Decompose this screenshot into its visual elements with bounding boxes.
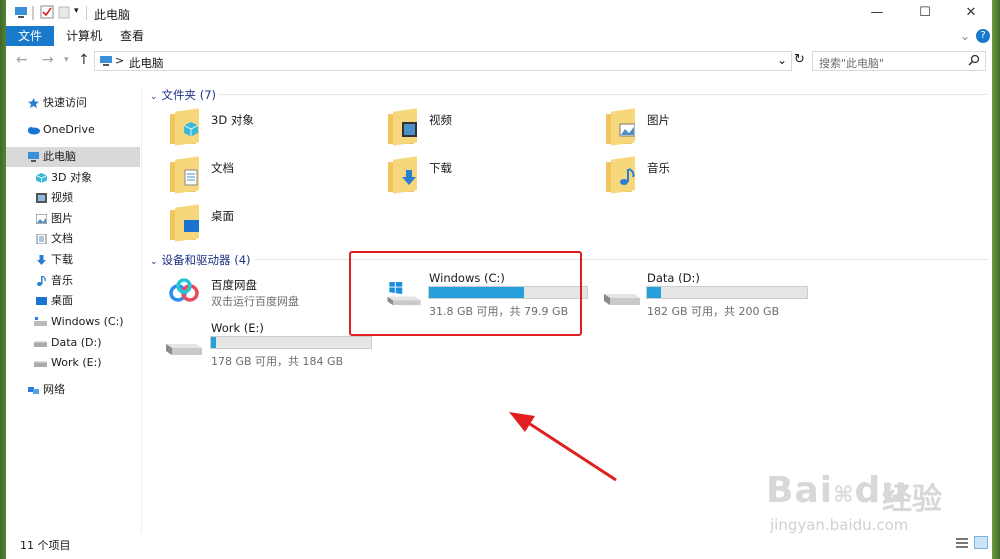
watermark-url: jingyan.baidu.com — [770, 516, 909, 534]
watermark-cn: 经验 — [882, 482, 942, 517]
